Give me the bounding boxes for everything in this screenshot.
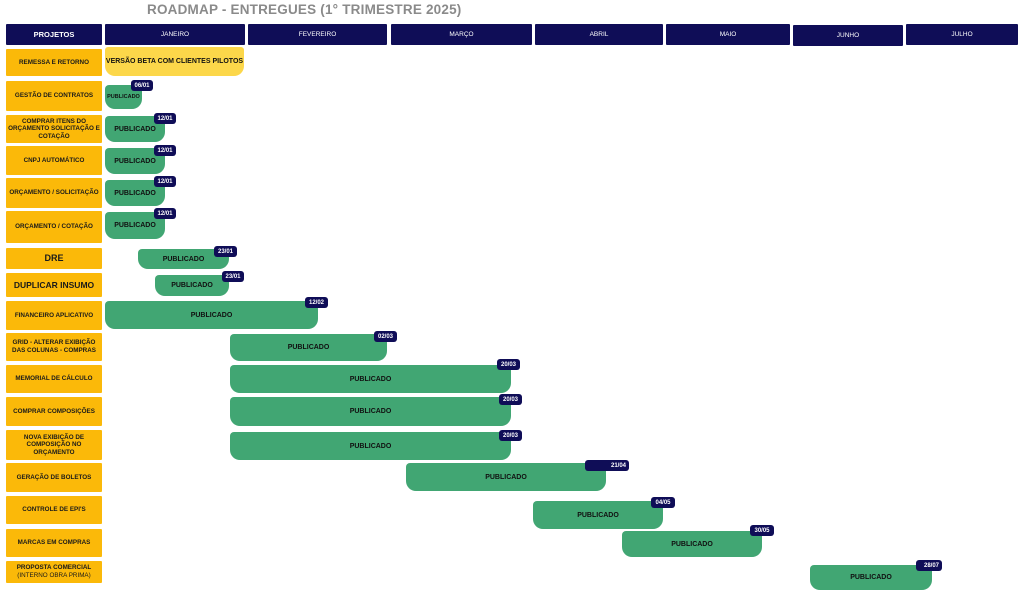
bar-duplicar-insumo: PUBLICADO xyxy=(155,275,229,296)
tag-dre: 23/01 xyxy=(214,246,237,257)
bar-nova-exibicao: PUBLICADO xyxy=(230,432,511,460)
project-label-memorial-calculo: MEMORIAL DE CÁLCULO xyxy=(6,365,102,393)
tag-comprar-composicoes: 20/03 xyxy=(499,394,522,405)
tag-controle-epis: 04/05 xyxy=(651,497,675,508)
header-month-julho: JULHO xyxy=(906,24,1018,45)
header-month-janeiro: JANEIRO xyxy=(105,24,245,45)
tag-geracao-boletos: 21/04 xyxy=(585,460,629,471)
bar-marcas-compras: PUBLICADO xyxy=(622,531,762,557)
tag-orcamento-cotacao: 12/01 xyxy=(154,208,176,219)
tag-marcas-compras: 30/05 xyxy=(750,525,774,536)
tag-proposta-comercial: 28/07 xyxy=(916,560,942,571)
header-month-abril: ABRIL xyxy=(535,24,663,45)
tag-cnpj: 12/01 xyxy=(154,145,176,156)
project-label-proposta-title: PROPOSTA COMERCIAL xyxy=(16,564,92,572)
project-label-comprar-itens: COMPRAR ITENS DO ORÇAMENTO SOLICITAÇÃO E… xyxy=(6,115,102,143)
header-projects: PROJETOS xyxy=(6,24,102,45)
project-label-orcamento-cotacao: ORÇAMENTO / COTAÇÃO xyxy=(6,211,102,243)
tag-comprar-itens: 12/01 xyxy=(154,113,176,124)
project-label-proposta-sub: (INTERNO OBRA PRIMA) xyxy=(17,572,91,579)
tag-financeiro-aplicativo: 12/02 xyxy=(305,297,328,308)
bar-proposta-comercial: PUBLICADO xyxy=(810,565,932,590)
tag-memorial-calculo: 20/03 xyxy=(497,359,520,370)
header-month-junho: JUNHO xyxy=(793,25,903,46)
project-label-comprar-composicoes: COMPRAR COMPOSIÇÕES xyxy=(6,397,102,426)
tag-grid-colunas: 02/03 xyxy=(374,331,397,342)
project-label-geracao-boletos: GERAÇÃO DE BOLETOS xyxy=(6,463,102,492)
project-label-marcas-compras: MARCAS EM COMPRAS xyxy=(6,529,102,557)
bar-memorial-calculo: PUBLICADO xyxy=(230,365,511,393)
project-label-cnpj: CNPJ AUTOMÁTICO xyxy=(6,146,102,175)
bar-controle-epis: PUBLICADO xyxy=(533,501,663,529)
header-month-fevereiro: FEVEREIRO xyxy=(248,24,387,45)
bar-financeiro-aplicativo: PUBLICADO xyxy=(105,301,318,329)
project-label-grid-colunas: GRID - ALTERAR EXIBIÇÃO DAS COLUNAS - CO… xyxy=(6,333,102,361)
project-label-orcamento-solicitacao: ORÇAMENTO / SOLICITAÇÃO xyxy=(6,178,102,208)
project-label-financeiro-aplicativo: FINANCEIRO APLICATIVO xyxy=(6,301,102,330)
tag-gestao-contratos: 06/01 xyxy=(131,80,153,91)
project-label-nova-exibicao: NOVA EXIBIÇÃO DE COMPOSIÇÃO NO ORÇAMENTO xyxy=(6,430,102,460)
project-label-duplicar-insumo: DUPLICAR INSUMO xyxy=(6,273,102,297)
tag-duplicar-insumo: 23/01 xyxy=(222,271,244,282)
project-label-remessa: REMESSA E RETORNO xyxy=(6,49,102,76)
tag-orcamento-solicitacao: 12/01 xyxy=(154,176,176,187)
project-label-dre: DRE xyxy=(6,248,102,269)
bar-geracao-boletos: PUBLICADO xyxy=(406,463,606,491)
project-label-gestao-contratos: GESTÃO DE CONTRATOS xyxy=(6,81,102,111)
project-label-proposta-comercial: PROPOSTA COMERCIAL (INTERNO OBRA PRIMA) xyxy=(6,561,102,583)
bar-comprar-composicoes: PUBLICADO xyxy=(230,397,511,426)
header-month-marco: MARÇO xyxy=(391,24,532,45)
bar-grid-colunas: PUBLICADO xyxy=(230,334,387,361)
tag-nova-exibicao: 20/03 xyxy=(499,430,522,441)
project-label-controle-epis: CONTROLE DE EPI'S xyxy=(6,496,102,524)
header-month-maio: MAIO xyxy=(666,24,790,45)
page-title: ROADMAP - ENTREGUES (1° TRIMESTRE 2025) xyxy=(147,2,462,17)
bar-remessa-beta: VERSÃO BETA COM CLIENTES PILOTOS xyxy=(105,47,244,76)
